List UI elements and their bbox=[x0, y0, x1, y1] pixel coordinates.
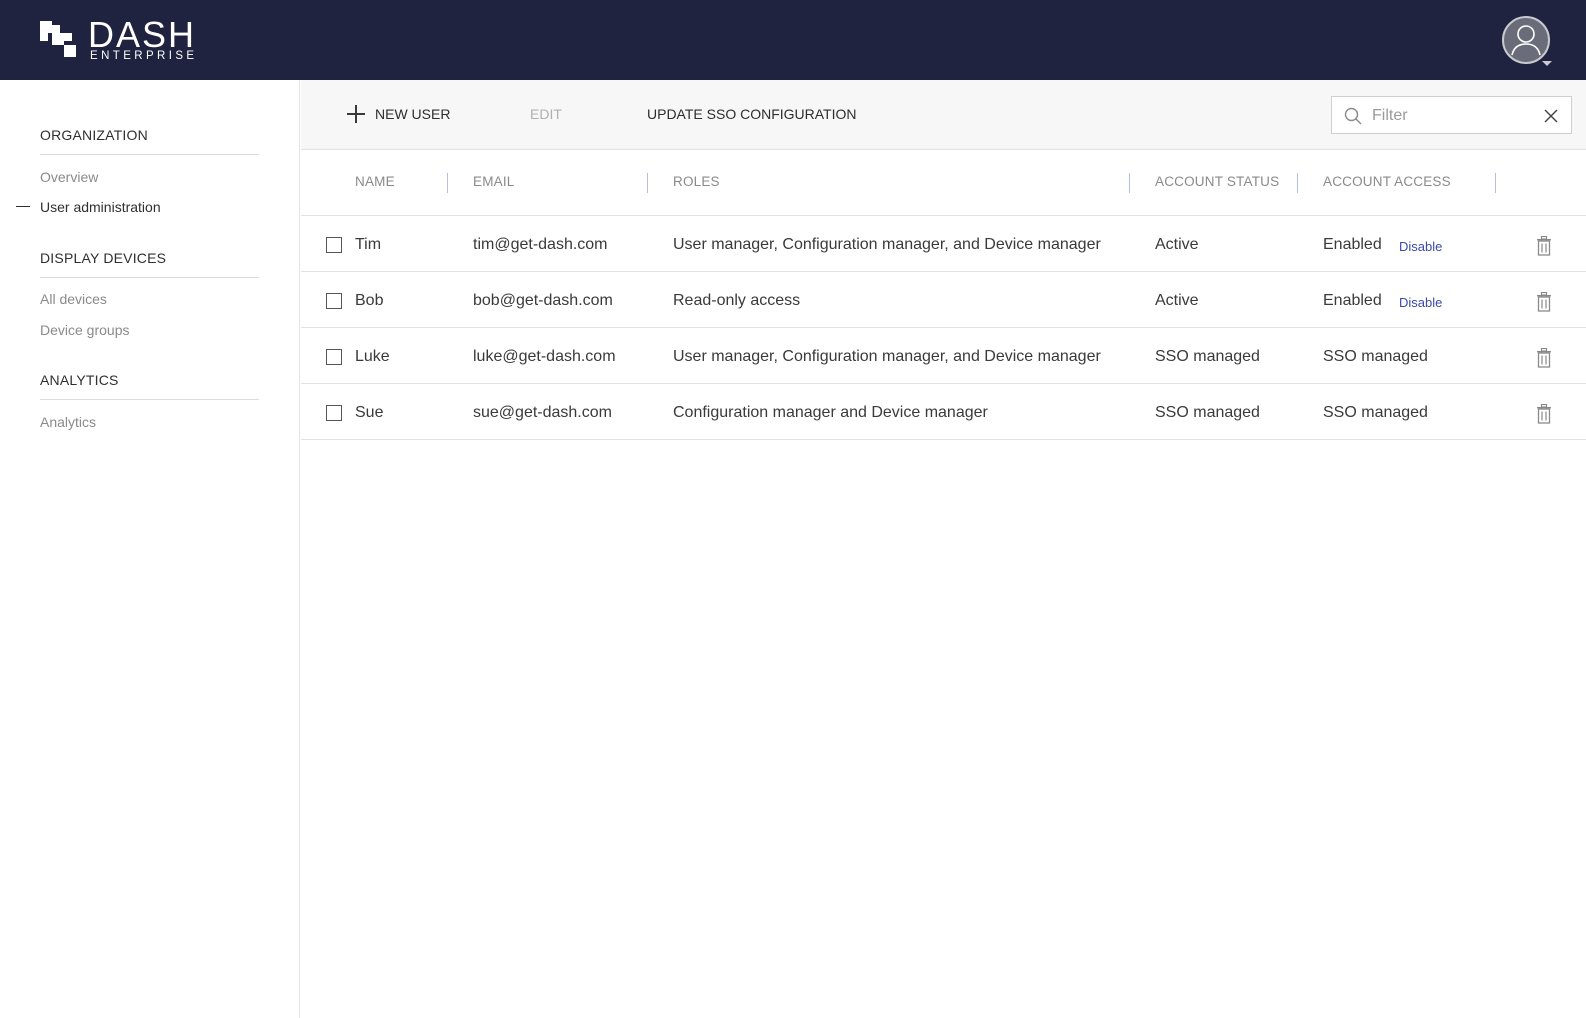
user-name: Luke bbox=[355, 348, 390, 365]
toolbar: NEW USER EDIT UPDATE SSO CONFIGURATION bbox=[301, 80, 1586, 150]
column-header-email[interactable]: EMAIL bbox=[473, 174, 515, 189]
divider bbox=[40, 277, 259, 278]
top-bar: DASH ENTERPRISE bbox=[0, 0, 1586, 80]
user-name: Sue bbox=[355, 404, 384, 421]
account-status: Active bbox=[1155, 292, 1199, 309]
active-indicator bbox=[16, 206, 30, 207]
sidebar-item-analytics[interactable]: Analytics bbox=[40, 414, 96, 430]
trash-icon[interactable] bbox=[1536, 404, 1552, 424]
update-sso-configuration-button[interactable]: UPDATE SSO CONFIGURATION bbox=[647, 106, 857, 122]
column-separator[interactable] bbox=[447, 173, 448, 193]
user-email: luke@get-dash.com bbox=[473, 348, 616, 365]
sidebar-item-device-groups[interactable]: Device groups bbox=[40, 322, 130, 338]
sidebar-section-organization: ORGANIZATION bbox=[40, 127, 148, 143]
row-checkbox[interactable] bbox=[326, 405, 342, 421]
column-header-name[interactable]: NAME bbox=[355, 174, 395, 189]
plus-icon bbox=[347, 105, 365, 123]
close-icon[interactable] bbox=[1542, 107, 1560, 125]
dash-logo[interactable]: DASH ENTERPRISE bbox=[40, 15, 200, 63]
column-separator[interactable] bbox=[647, 173, 648, 193]
table-header: NAME EMAIL ROLES ACCOUNT STATUS ACCOUNT … bbox=[301, 150, 1586, 216]
sidebar-section-display-devices: DISPLAY DEVICES bbox=[40, 250, 167, 266]
user-email: tim@get-dash.com bbox=[473, 236, 608, 253]
column-separator[interactable] bbox=[1495, 173, 1496, 193]
column-header-account-status[interactable]: ACCOUNT STATUS bbox=[1155, 174, 1279, 189]
logo-text: DASH bbox=[88, 14, 197, 55]
column-header-roles[interactable]: ROLES bbox=[673, 174, 720, 189]
divider bbox=[40, 154, 259, 155]
trash-icon[interactable] bbox=[1536, 292, 1552, 312]
filter-box bbox=[1331, 96, 1572, 134]
user-roles: Read-only access bbox=[673, 292, 801, 309]
user-avatar[interactable] bbox=[1502, 16, 1550, 64]
logo-subtext: ENTERPRISE bbox=[90, 50, 198, 62]
account-access: Enabled bbox=[1323, 236, 1382, 253]
user-name: Bob bbox=[355, 292, 384, 309]
chevron-down-icon[interactable] bbox=[1542, 61, 1552, 66]
sidebar: ORGANIZATION Overview User administratio… bbox=[0, 80, 300, 1018]
disable-link[interactable]: Disable bbox=[1399, 295, 1442, 310]
table-row[interactable]: Sue sue@get-dash.com Configuration manag… bbox=[301, 384, 1586, 440]
search-icon bbox=[1344, 107, 1362, 125]
row-checkbox[interactable] bbox=[326, 293, 342, 309]
row-checkbox[interactable] bbox=[326, 349, 342, 365]
new-user-label: NEW USER bbox=[375, 106, 451, 122]
row-checkbox[interactable] bbox=[326, 237, 342, 253]
user-name: Tim bbox=[355, 236, 382, 253]
account-access: SSO managed bbox=[1323, 404, 1428, 421]
account-access: SSO managed bbox=[1323, 348, 1428, 365]
sidebar-item-user-administration[interactable]: User administration bbox=[40, 199, 161, 215]
user-roles: User manager, Configuration manager, and… bbox=[673, 236, 1101, 253]
table-row[interactable]: Luke luke@get-dash.com User manager, Con… bbox=[301, 328, 1586, 384]
user-email: sue@get-dash.com bbox=[473, 404, 612, 421]
user-email: bob@get-dash.com bbox=[473, 292, 613, 309]
account-access: Enabled bbox=[1323, 292, 1382, 309]
table-row[interactable]: Bob bob@get-dash.com Read-only access Ac… bbox=[301, 272, 1586, 328]
edit-button[interactable]: EDIT bbox=[530, 106, 562, 122]
logo-checker-icon bbox=[40, 21, 76, 57]
user-icon bbox=[1511, 25, 1541, 56]
column-header-account-access[interactable]: ACCOUNT ACCESS bbox=[1323, 174, 1451, 189]
filter-input[interactable] bbox=[1372, 105, 1532, 127]
sidebar-item-overview[interactable]: Overview bbox=[40, 169, 98, 185]
divider bbox=[40, 399, 259, 400]
sidebar-section-analytics: ANALYTICS bbox=[40, 372, 119, 388]
trash-icon[interactable] bbox=[1536, 348, 1552, 368]
column-separator[interactable] bbox=[1297, 173, 1298, 193]
account-status: SSO managed bbox=[1155, 348, 1260, 365]
column-separator[interactable] bbox=[1129, 173, 1130, 193]
users-table: NAME EMAIL ROLES ACCOUNT STATUS ACCOUNT … bbox=[301, 150, 1586, 440]
sidebar-item-all-devices[interactable]: All devices bbox=[40, 291, 107, 307]
table-row[interactable]: Tim tim@get-dash.com User manager, Confi… bbox=[301, 216, 1586, 272]
trash-icon[interactable] bbox=[1536, 236, 1552, 256]
disable-link[interactable]: Disable bbox=[1399, 239, 1442, 254]
account-status: SSO managed bbox=[1155, 404, 1260, 421]
account-status: Active bbox=[1155, 236, 1199, 253]
user-roles: Configuration manager and Device manager bbox=[673, 404, 988, 421]
new-user-button[interactable]: NEW USER bbox=[347, 105, 450, 123]
user-roles: User manager, Configuration manager, and… bbox=[673, 348, 1101, 365]
